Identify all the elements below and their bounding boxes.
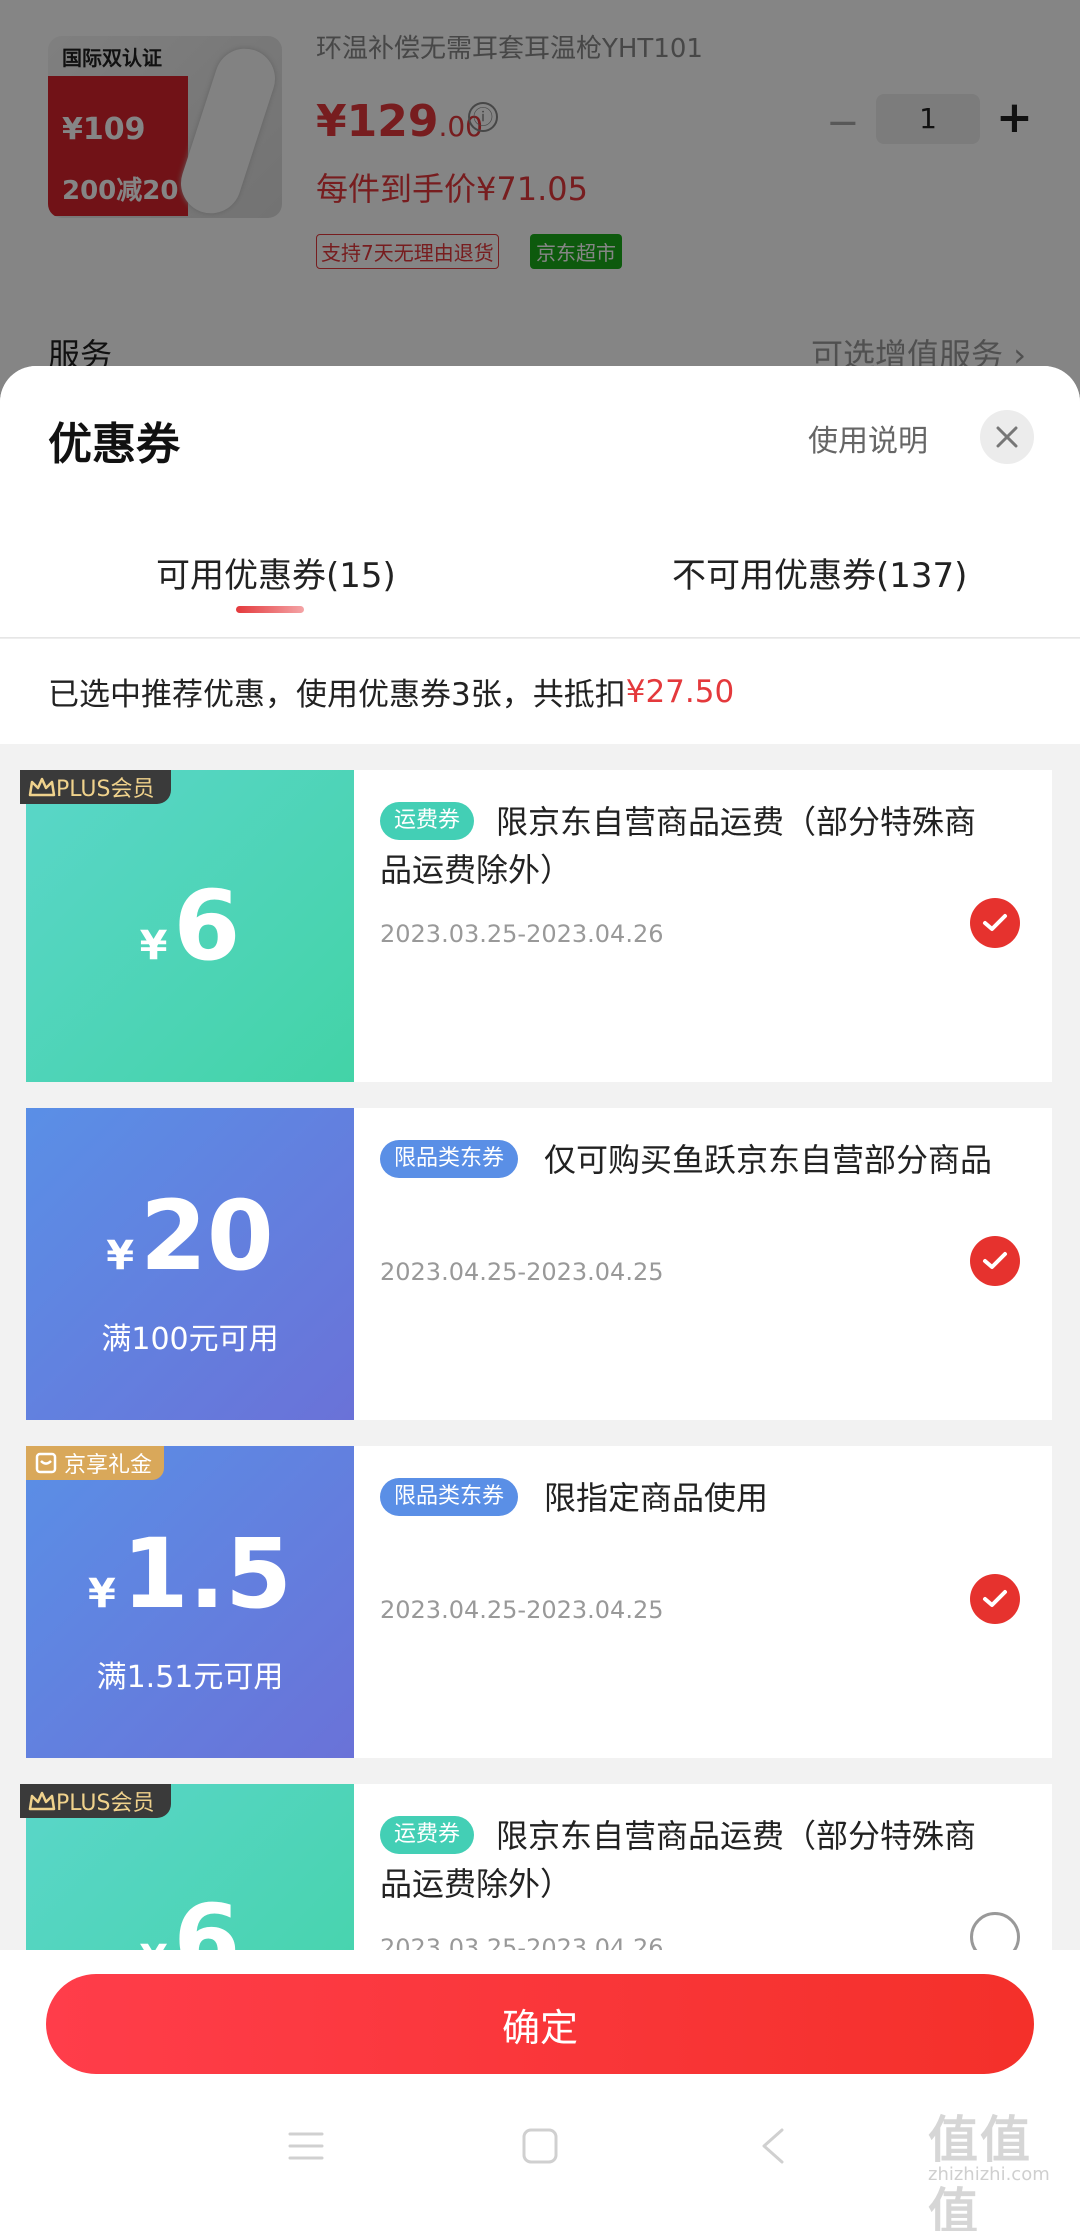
coupon-amount: ¥6: [139, 870, 241, 982]
coupon-card[interactable]: PLUS会员 ¥6 限京东自营商品运费（部分特殊商品运费除外） 运费券 2023…: [19, 770, 1052, 1082]
plus-member-badge: PLUS会员: [20, 770, 171, 804]
coupon-validity: 2023.04.25-2023.04.25: [380, 1258, 664, 1286]
jingxiang-gift-badge: 京享礼金: [26, 1446, 165, 1480]
sheet-title: 优惠券: [48, 419, 180, 470]
home-icon[interactable]: [518, 2126, 562, 2166]
coupon-amount: ¥1.5: [88, 1518, 292, 1630]
tab-available[interactable]: 可用优惠券(15): [156, 548, 396, 597]
usage-instructions-link[interactable]: 使用说明: [808, 416, 928, 460]
tab-unavailable[interactable]: 不可用优惠券(137): [672, 548, 967, 597]
coupon-min-requirement: 满1.51元可用: [96, 1660, 284, 1695]
coupon-checkbox[interactable]: [970, 898, 1020, 948]
coupon-value-panel: 京享礼金 ¥1.5 满1.51元可用: [19, 1446, 354, 1758]
active-tab-indicator: [236, 606, 304, 613]
summary-amount: ¥27.50: [625, 673, 735, 710]
plus-member-badge: PLUS会员: [20, 1784, 171, 1818]
check-icon: [983, 914, 1007, 931]
coupon-validity: 2023.04.25-2023.04.25: [380, 1596, 664, 1624]
modal-overlay[interactable]: [0, 0, 1080, 400]
coupon-checkbox[interactable]: [970, 1236, 1020, 1286]
close-icon: [996, 426, 1018, 448]
coupon-card[interactable]: 京享礼金 ¥1.5 满1.51元可用 限指定商品使用 限品类东券 2023.04…: [19, 1446, 1052, 1758]
crown-icon: [28, 777, 56, 797]
coupon-checkbox[interactable]: [970, 1574, 1020, 1624]
coupon-description: 限京东自营商品运费（部分特殊商品运费除外）: [380, 1817, 977, 1903]
menu-icon[interactable]: [284, 2126, 328, 2166]
coupon-validity: 2023.03.25-2023.04.26: [380, 920, 664, 948]
coupon-type-tag: 运费券: [380, 1816, 475, 1854]
sheet-footer: 确定 值值值 zhizhizhi.com: [0, 1950, 1080, 2231]
coupon-description: 限京东自营商品运费（部分特殊商品运费除外）: [380, 803, 977, 889]
confirm-button[interactable]: 确定: [46, 1974, 1034, 2074]
sheet-header: 优惠券 使用说明 可用优惠券(15) 不可用优惠券(137): [0, 366, 1080, 638]
coupon-value-panel: ¥20 满100元可用: [19, 1108, 354, 1420]
coupon-card[interactable]: ¥20 满100元可用 仅可购买鱼跃京东自营部分商品 限品类东券 2023.04…: [19, 1108, 1052, 1420]
coupon-sheet: 优惠券 使用说明 可用优惠券(15) 不可用优惠券(137) 已选中推荐优惠，使…: [0, 366, 1080, 2231]
watermark-url: zhizhizhi.com: [928, 2164, 1050, 2185]
back-icon[interactable]: [752, 2126, 796, 2166]
crown-icon: [28, 1791, 56, 1811]
coupon-min-requirement: 满100元可用: [101, 1322, 279, 1357]
gift-icon: [35, 1452, 57, 1474]
selection-summary: 已选中推荐优惠，使用优惠券3张，共抵扣 ¥27.50: [0, 638, 1080, 744]
close-button[interactable]: [980, 410, 1034, 464]
coupon-amount: ¥20: [106, 1180, 274, 1292]
coupon-value-panel: PLUS会员 ¥6: [19, 770, 354, 1082]
coupon-type-tag: 限品类东券: [380, 1478, 519, 1516]
coupon-type-tag: 限品类东券: [380, 1140, 519, 1178]
coupon-type-tag: 运费券: [380, 802, 475, 840]
check-icon: [983, 1252, 1007, 1269]
check-icon: [983, 1590, 1007, 1607]
summary-text: 已选中推荐优惠，使用优惠券3张，共抵扣: [48, 677, 626, 713]
